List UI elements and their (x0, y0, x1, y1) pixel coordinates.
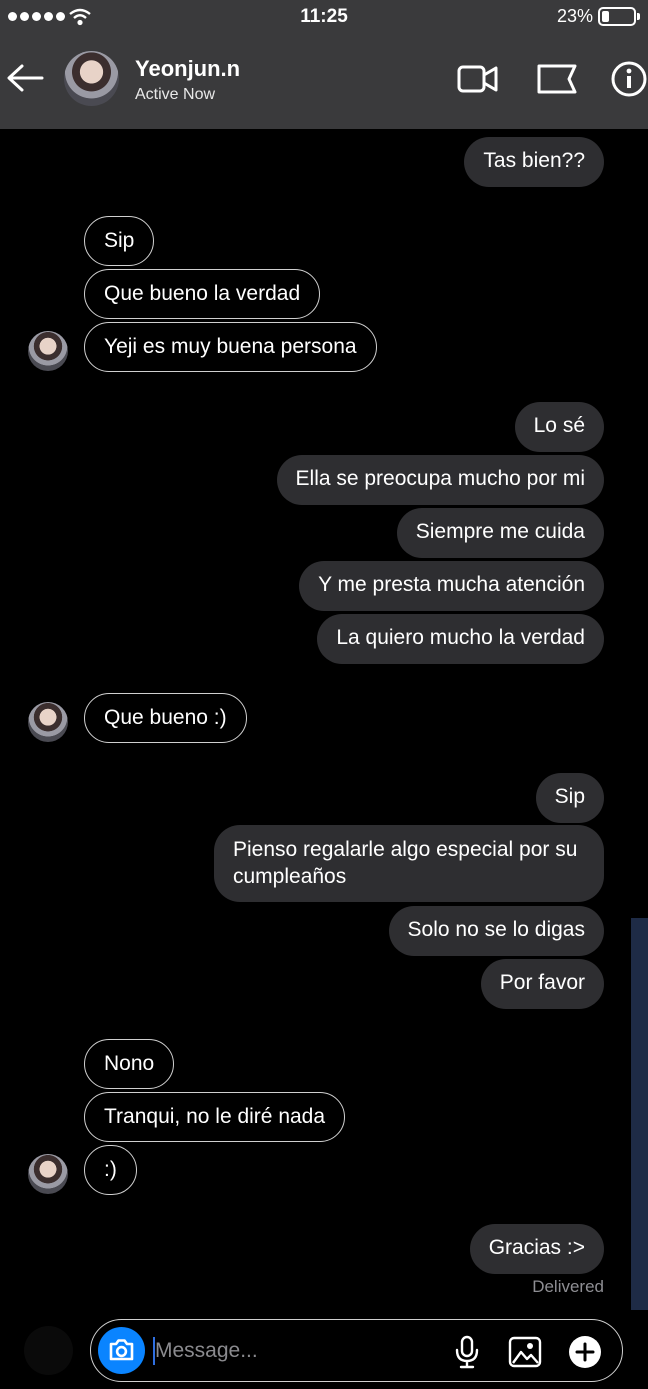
flag-icon[interactable] (535, 60, 579, 98)
outgoing-message[interactable]: Gracias :> (469, 1224, 604, 1274)
incoming-message[interactable]: Nono (84, 1039, 175, 1089)
incoming-message[interactable]: Sip (84, 216, 155, 266)
status-bar: 11:25 23% (0, 0, 648, 34)
chat-header: Yeonjun.n Active Now (0, 34, 648, 129)
camera-icon (109, 1339, 134, 1361)
message-input[interactable] (155, 1334, 405, 1368)
outgoing-message[interactable]: Pienso regalarle algo especial por su cu… (214, 825, 604, 902)
delivered-status: Delivered (532, 1277, 604, 1296)
outgoing-message[interactable]: Ella se preocupa mucho por mi (276, 455, 604, 505)
sender-avatar[interactable] (28, 1154, 68, 1194)
incoming-message[interactable]: :) (84, 1145, 137, 1195)
incoming-message[interactable]: Tranqui, no le diré nada (84, 1092, 346, 1142)
outgoing-message[interactable]: Siempre me cuida (396, 508, 604, 558)
battery-percentage: 23% (556, 6, 593, 26)
outgoing-message[interactable]: Y me presta mucha atención (299, 561, 604, 611)
scrollbar[interactable] (631, 918, 648, 1310)
message-composer (90, 1319, 623, 1382)
outgoing-message[interactable]: Sip (535, 773, 604, 823)
compose-indicator (24, 1326, 73, 1375)
sender-avatar[interactable] (28, 331, 68, 371)
battery-level-fill (602, 11, 609, 22)
image-icon[interactable] (507, 1334, 543, 1370)
incoming-message[interactable]: Que bueno :) (84, 693, 247, 743)
back-arrow-icon[interactable] (4, 60, 46, 96)
outgoing-message[interactable]: La quiero mucho la verdad (317, 614, 604, 664)
incoming-message[interactable]: Que bueno la verdad (84, 269, 321, 319)
sender-avatar[interactable] (28, 702, 68, 742)
battery-icon (598, 7, 640, 26)
incoming-message[interactable]: Yeji es muy buena persona (84, 322, 377, 372)
contact-avatar[interactable] (64, 51, 119, 106)
plus-icon[interactable] (567, 1334, 603, 1370)
contact-name[interactable]: Yeonjun.n (135, 56, 240, 82)
microphone-icon[interactable] (449, 1334, 485, 1370)
outgoing-message[interactable]: Tas bien?? (464, 137, 604, 187)
video-camera-icon[interactable] (456, 60, 500, 98)
info-icon[interactable] (609, 60, 647, 98)
camera-button[interactable] (98, 1327, 145, 1374)
outgoing-message[interactable]: Solo no se lo digas (388, 906, 604, 956)
active-status: Active Now (135, 86, 216, 103)
outgoing-message[interactable]: Lo sé (514, 402, 604, 452)
outgoing-message[interactable]: Por favor (480, 959, 604, 1009)
clock: 11:25 (300, 6, 348, 27)
